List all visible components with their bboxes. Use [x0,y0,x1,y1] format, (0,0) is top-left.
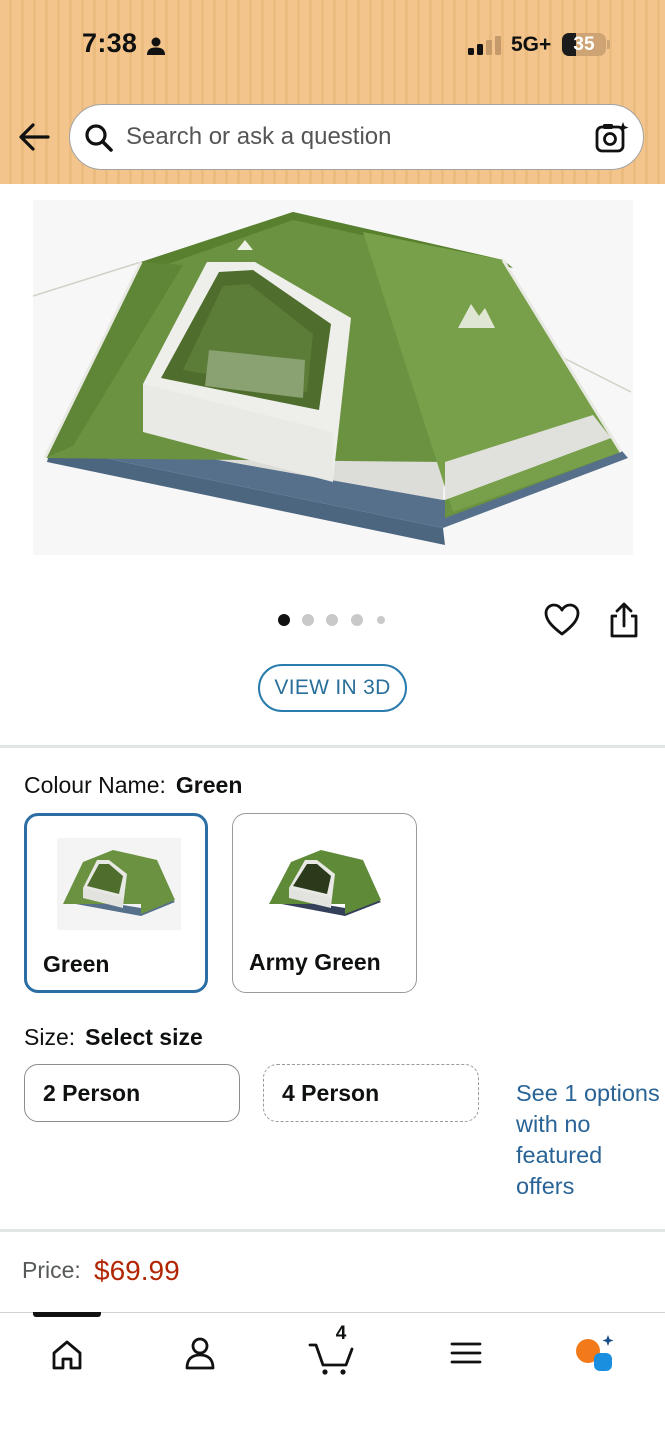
search-icon [85,124,113,152]
share-icon[interactable] [607,600,641,640]
battery-level: 35 [573,34,595,55]
home-icon [52,1340,82,1370]
active-tab-indicator [33,1312,101,1317]
price-label: Price: [22,1257,81,1283]
status-time: 7:38 [82,28,138,58]
carousel-dot[interactable] [326,614,338,626]
size-option-2-person[interactable]: 2 Person [24,1064,240,1122]
swatch-image [57,838,181,930]
carousel-dots[interactable] [276,612,396,628]
signal-icon [468,36,501,55]
price-value: $69.99 [94,1255,180,1286]
section-divider [0,745,665,748]
search-bar[interactable] [69,104,644,170]
colour-name-label: Colour Name: Green [24,772,243,798]
back-arrow-icon[interactable] [16,118,54,156]
battery-icon: 35 [562,33,606,56]
menu-icon [450,1342,482,1364]
colour-swatch-green[interactable]: Green [24,813,208,993]
carousel-dot[interactable] [302,614,314,626]
account-icon [185,1337,215,1370]
swatch-label: Army Green [249,949,381,975]
heart-icon[interactable] [543,602,581,638]
header: 7:38 5G+ 35 [0,0,665,184]
section-divider [0,1229,665,1232]
camera-search-icon[interactable] [594,120,630,156]
product-image[interactable] [33,200,633,555]
bottom-navigation: 4 [0,1312,665,1440]
view-in-3d-button[interactable]: VIEW IN 3D [258,664,407,712]
nav-menu[interactable] [448,1331,514,1377]
colour-selected-value: Green [175,772,243,798]
rufus-icon [576,1335,614,1371]
nav-rufus[interactable] [574,1331,640,1377]
size-selected-value: Select size [85,1024,203,1050]
colour-swatch-army-green[interactable]: Army Green [232,813,417,993]
size-label: Size: Select size [24,1024,203,1050]
size-option-4-person[interactable]: 4 Person [263,1064,479,1122]
nav-home[interactable] [49,1331,115,1377]
search-input[interactable] [126,119,566,155]
carousel-dot[interactable] [278,614,290,626]
nav-account[interactable] [182,1331,248,1377]
swatch-label: Green [43,951,110,977]
network-type: 5G+ [511,33,552,56]
nav-cart[interactable]: 4 [308,1323,374,1377]
carousel-dot[interactable] [377,616,385,624]
see-options-link[interactable]: See 1 options with no featured offers [516,1078,661,1202]
swatch-image [263,836,387,928]
person-icon [147,37,165,55]
cart-count-badge: 4 [335,1323,347,1344]
carousel-dot[interactable] [351,614,363,626]
